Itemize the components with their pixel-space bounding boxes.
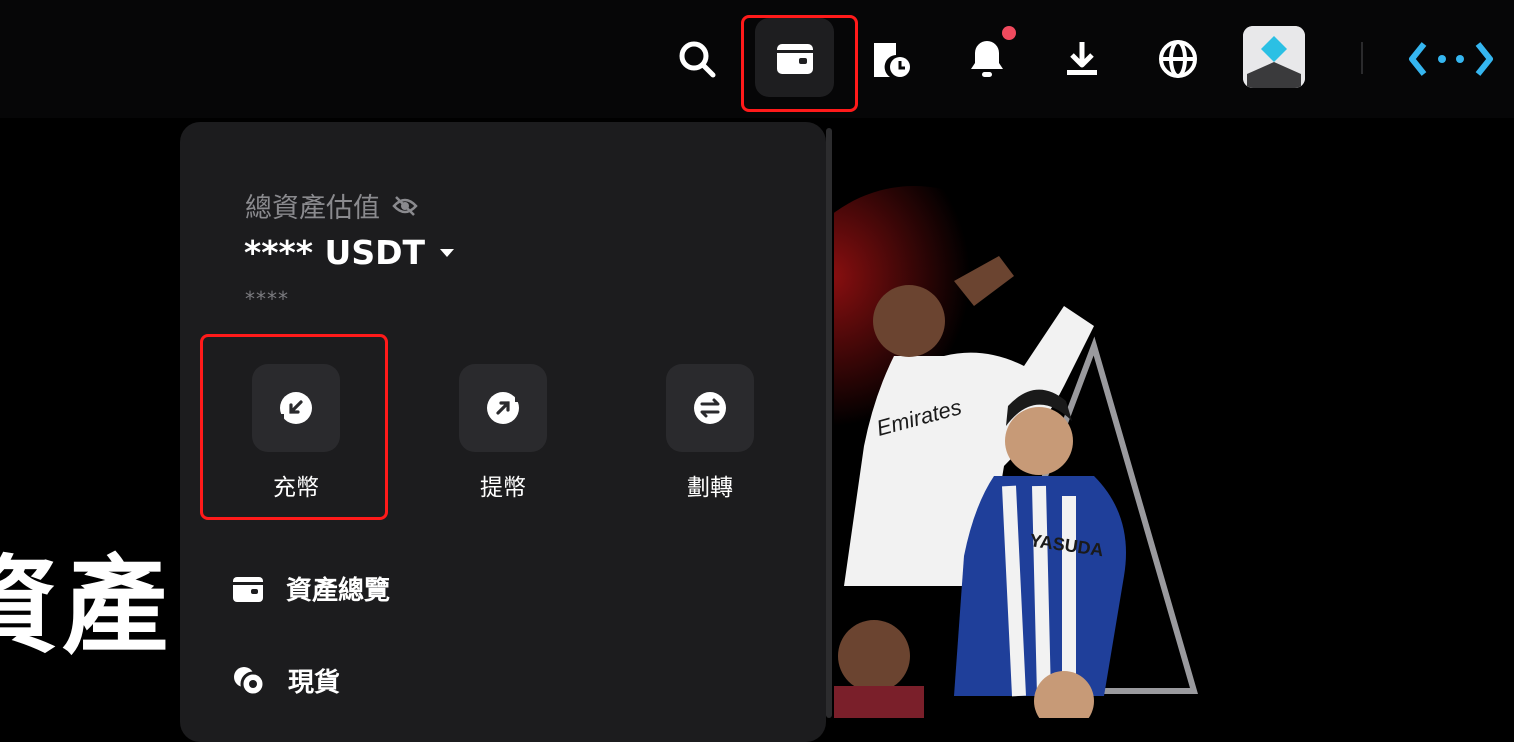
download-icon[interactable] [1062,38,1102,78]
deposit-icon [276,392,312,428]
total-assets-sub-value: **** [245,287,289,311]
withdraw-icon [487,388,523,424]
deposit-label: 充幣 [273,475,319,501]
dropdown-scrollbar[interactable] [826,128,832,718]
wallet-button[interactable] [755,18,834,97]
withdraw-label: 提幣 [480,475,526,501]
total-assets-label-text: 總資產估值 [245,193,380,224]
menu-item-spot[interactable]: 現貨 [232,662,340,699]
page-heading: 資產 [0,545,172,668]
order-history-icon[interactable] [870,38,912,80]
caret-down-icon[interactable] [439,248,455,258]
total-assets-value-text: **** USDT [244,233,425,272]
bell-icon[interactable] [966,38,1008,80]
promo-banner[interactable]: Emirates YASUDA [834,186,1300,718]
menu-item-asset-overview-label: 資產總覽 [286,576,391,606]
wallet-icon [776,43,813,74]
transfer-button[interactable]: 劃轉 [666,364,754,502]
deposit-button[interactable]: 充幣 [252,364,340,502]
logo-icon[interactable] [1408,40,1494,78]
transfer-label: 劃轉 [687,475,733,501]
eye-hidden-icon[interactable] [392,195,418,217]
transfer-icon [694,392,726,424]
avatar[interactable] [1243,26,1305,88]
total-assets-value[interactable]: **** USDT [244,233,455,272]
globe-icon[interactable] [1157,38,1199,80]
top-navigation-bar [0,0,1514,118]
topbar-divider [1361,42,1363,74]
notification-dot [1002,26,1016,40]
spot-coins-icon [234,666,266,696]
wallet-icon [233,576,263,602]
total-assets-label: 總資產估值 [245,186,418,225]
withdraw-button[interactable]: 提幣 [459,364,547,502]
search-icon[interactable] [676,38,718,80]
menu-item-spot-label: 現貨 [288,668,341,698]
menu-item-asset-overview[interactable]: 資產總覽 [232,570,390,607]
